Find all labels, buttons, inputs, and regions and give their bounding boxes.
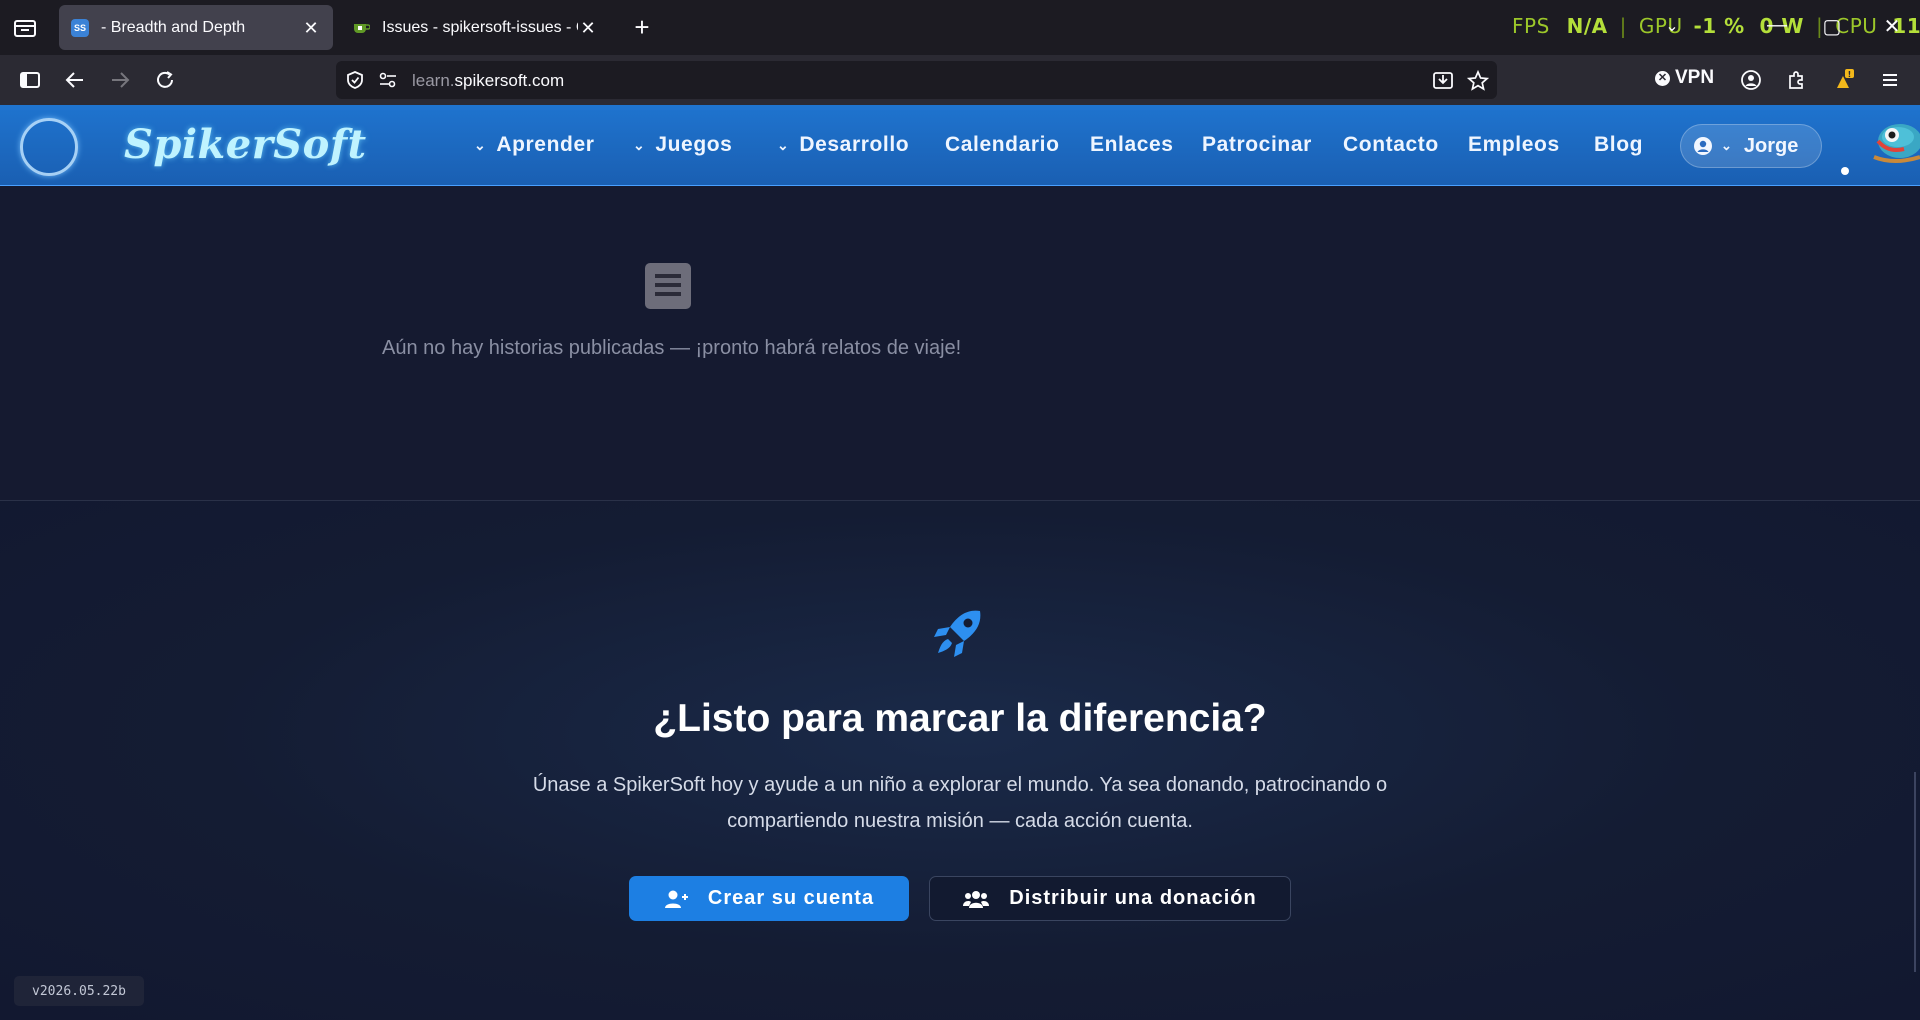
site-logo-ring-icon[interactable] <box>20 118 78 176</box>
donation-label: Distribuir una donación <box>1009 887 1257 909</box>
browser-nav-bar: learn.spikersoft.com ✕ VPN ! <box>0 55 1920 105</box>
menu-aprender[interactable]: ⌄ Aprender <box>474 133 595 157</box>
empty-stories-message: Aún no hay historias publicadas — ¡pront… <box>382 337 962 359</box>
cta-section: ¿Listo para marcar la diferencia? Únase … <box>0 501 1920 1020</box>
document-icon <box>645 263 691 309</box>
site-permissions-icon[interactable] <box>378 71 398 94</box>
browser-tab-bar: SS - Breadth and Depth ✕ Issues - spiker… <box>0 0 1920 55</box>
vpn-button[interactable]: ✕ VPN <box>1655 67 1714 89</box>
extensions-puzzle-icon[interactable] <box>1783 67 1809 93</box>
menu-blog[interactable]: Blog <box>1594 133 1643 157</box>
vpn-off-icon: ✕ <box>1655 70 1670 86</box>
menu-label: Empleos <box>1468 133 1560 156</box>
menu-empleos[interactable]: Empleos <box>1468 133 1560 157</box>
new-tab-icon[interactable]: + <box>629 14 655 41</box>
menu-contacto[interactable]: Contacto <box>1343 133 1439 157</box>
menu-juegos[interactable]: ⌄ Juegos <box>633 133 732 157</box>
fps-label: FPS <box>1512 14 1550 38</box>
menu-label: Enlaces <box>1090 133 1174 156</box>
cta-description-line: Únase a SpikerSoft hoy y ayude a un niño… <box>532 774 1388 796</box>
chevron-down-icon: ⌄ <box>474 136 487 153</box>
site-brand-logo[interactable]: SpikerSoft <box>124 121 367 168</box>
user-name: Jorge <box>1743 134 1799 157</box>
menu-label: Calendario <box>945 133 1060 156</box>
chevron-down-icon: ⌄ <box>1721 138 1732 153</box>
url-subdomain: learn. <box>412 71 455 90</box>
url-domain: spikersoft.com <box>454 71 565 90</box>
minimize-icon[interactable]: — <box>1765 14 1789 37</box>
scrollbar-thumb[interactable] <box>1914 772 1916 972</box>
cta-description-line: compartiendo nuestra misión — cada acció… <box>727 810 1193 832</box>
site-header: SpikerSoft ⌄ Aprender ⌄ Juegos ⌄ Desarro… <box>0 105 1920 186</box>
extension-alert-icon[interactable]: ! <box>1830 67 1856 93</box>
create-account-button[interactable]: Crear su cuenta <box>629 876 909 921</box>
menu-label: Juegos <box>655 133 733 156</box>
close-tab-icon[interactable]: ✕ <box>301 18 321 38</box>
performance-overlay: FPS N/A|GPU -1 % 0 W|CPU 11% <box>1512 14 1920 38</box>
tab-title: - Breadth and Depth <box>101 18 246 36</box>
url-text[interactable]: learn.spikersoft.com <box>412 71 564 91</box>
close-window-icon[interactable]: ✕ <box>1880 14 1904 39</box>
notification-dot-icon <box>1841 167 1849 175</box>
gitea-favicon-icon <box>352 19 370 37</box>
menu-label: Desarrollo <box>799 133 910 156</box>
version-badge: v2026.05.22b <box>14 976 144 1006</box>
menu-label: Patrocinar <box>1202 133 1312 156</box>
account-icon[interactable] <box>1738 67 1764 93</box>
close-tab-icon[interactable]: ✕ <box>578 18 598 38</box>
back-arrow-icon[interactable] <box>62 67 88 93</box>
menu-enlaces[interactable]: Enlaces <box>1090 133 1174 157</box>
user-plus-icon <box>664 890 688 908</box>
menu-label: Blog <box>1594 133 1644 156</box>
hamburger-menu-icon[interactable] <box>1877 67 1903 93</box>
maximize-icon[interactable]: ▢ <box>1820 14 1844 39</box>
sidebar-toggle-icon[interactable] <box>17 67 43 93</box>
tab-gitea-issues[interactable]: Issues - spikersoft-issues - Gitea ✕ <box>340 5 610 50</box>
chevron-down-icon: ⌄ <box>633 136 646 153</box>
chevron-down-icon: ⌄ <box>777 136 790 153</box>
install-app-icon[interactable] <box>1432 70 1454 95</box>
create-account-label: Crear su cuenta <box>707 887 875 909</box>
donation-button[interactable]: Distribuir una donación <box>929 876 1291 921</box>
vpn-label: VPN <box>1675 67 1715 88</box>
menu-label: Aprender <box>496 133 595 156</box>
cta-title: ¿Listo para marcar la diferencia? <box>653 697 1267 740</box>
user-circle-icon <box>1694 137 1712 155</box>
menu-calendario[interactable]: Calendario <box>945 133 1060 157</box>
cta-description: Únase a SpikerSoft hoy y ayude a un niño… <box>500 767 1420 839</box>
chameleon-mascot-icon <box>1864 113 1920 175</box>
bookmark-star-icon[interactable] <box>1466 69 1490 96</box>
gpu-value: -1 % <box>1693 14 1745 38</box>
reload-icon[interactable] <box>152 67 178 93</box>
tab-list-icon[interactable] <box>12 16 38 40</box>
forward-arrow-icon[interactable] <box>107 67 133 93</box>
spikersoft-favicon-icon: SS <box>71 18 89 37</box>
address-bar[interactable]: learn.spikersoft.com <box>336 61 1497 99</box>
rocket-icon <box>930 605 986 661</box>
shield-icon[interactable] <box>345 70 365 95</box>
tab-breadth-and-depth[interactable]: SS - Breadth and Depth ✕ <box>59 5 333 50</box>
svg-text:!: ! <box>1848 70 1852 79</box>
menu-desarrollo[interactable]: ⌄ Desarrollo <box>777 133 909 157</box>
menu-label: Contacto <box>1343 133 1439 156</box>
user-menu-button[interactable]: ⌄ Jorge <box>1680 124 1822 168</box>
tab-title: Issues - spikersoft-issues - Gitea <box>382 18 578 36</box>
fps-value: N/A <box>1566 14 1608 38</box>
menu-patrocinar[interactable]: Patrocinar <box>1202 133 1312 157</box>
tab-overflow-chevron-icon[interactable]: ⌄ <box>1660 16 1684 36</box>
users-group-icon <box>963 890 990 908</box>
